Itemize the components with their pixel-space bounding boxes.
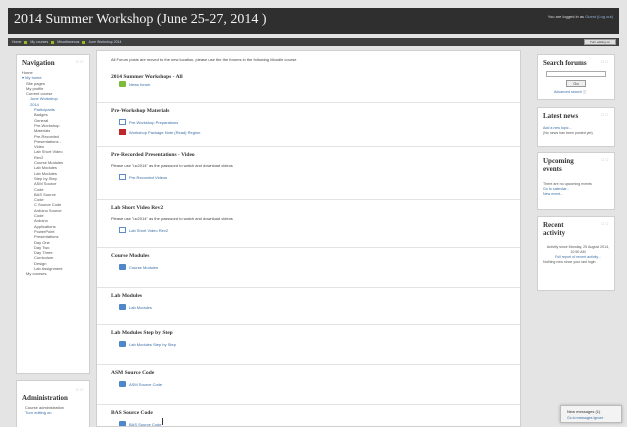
block-controls-icon[interactable]: □□ (76, 387, 85, 392)
block-controls-icon[interactable]: □□ (601, 59, 610, 64)
new-messages-text: New messages (1) (567, 409, 601, 414)
activity-label[interactable]: Lab Modules (129, 305, 152, 310)
section-title: Pre-Workshop Materials (111, 108, 170, 114)
course-section: Lab Modules Step by Step Lab Modules Step… (97, 324, 520, 364)
nothing-new-text: Nothing new since your last login (543, 260, 596, 264)
activity-link[interactable]: Lab Short Video Rev2 (119, 227, 168, 233)
activity-link[interactable]: Course Modules (119, 264, 158, 270)
activity-link[interactable]: Pre-Workshop Preparations (119, 119, 178, 125)
turn-editing-on-item[interactable]: Turn editing on (25, 410, 84, 415)
navigation-block: Navigation □□ Home ▾ My home Site pages My … (16, 54, 90, 374)
block-controls-icon[interactable]: □□ (76, 59, 85, 64)
activity-label[interactable]: Lab Short Video Rev2 (129, 228, 168, 233)
breadcrumb-separator (24, 40, 28, 44)
section-title: Lab Short Video Rev2 (111, 205, 164, 211)
course-section: ASM Source Code ASM Source Code (97, 364, 520, 404)
navbar: Home My courses Miscellaneous June Works… (8, 38, 619, 46)
activity-link[interactable]: Lab Modules Step by Step (119, 341, 176, 347)
activity-label[interactable]: Pre-Workshop Preparations (129, 120, 178, 125)
breadcrumb-my-courses[interactable]: My courses (30, 40, 48, 44)
activity-label[interactable]: Pre-Recorded Videos (129, 175, 167, 180)
recent-activity-title: Recent activity (543, 221, 566, 237)
section-summary: Please use "uc2014" as the password to w… (111, 163, 233, 168)
breadcrumb: Home My courses Miscellaneous June Works… (12, 40, 121, 44)
activity-label[interactable]: Course Modules (129, 265, 158, 270)
section-summary: Please use "uc2014" as the password to w… (111, 216, 233, 221)
section-title: Lab Modules (111, 293, 143, 299)
course-section: Lab Short Video Rev2 Please use "uc2014" … (97, 199, 520, 247)
login-user-link[interactable]: Guest (585, 14, 596, 19)
page-icon (119, 119, 126, 125)
folder-icon (119, 264, 126, 270)
upcoming-events-title: Upcoming events (543, 157, 574, 173)
section-title: BAS Source Code (111, 410, 153, 416)
turn-editing-on-button[interactable]: Turn editing on (584, 39, 616, 45)
go-button[interactable]: Go (566, 80, 586, 87)
login-text: You are logged in as (547, 14, 585, 19)
administration-title: Administration (22, 394, 68, 402)
recent-activity-block: Recent activity □□ Activity since Monday… (537, 216, 615, 291)
advanced-search-link[interactable]: Advanced search ⓘ (554, 90, 586, 95)
course-section: Lab Modules Lab Modules (97, 287, 520, 324)
section-title: ASM Source Code (111, 370, 155, 376)
no-news-text: (No news has been posted yet) (543, 131, 593, 135)
nav-tree-item[interactable]: My courses (22, 271, 84, 276)
section-title: 2014 Summer Workshops - All (111, 74, 183, 80)
breadcrumb-separator (82, 40, 86, 44)
logout-link[interactable]: (Log out) (597, 14, 613, 19)
upcoming-events-block: Upcoming events □□ There are no upcoming… (537, 152, 615, 210)
page-title: 2014 Summer Workshop (June 25-27, 2014 ) (14, 12, 267, 27)
block-controls-icon[interactable]: □□ (601, 157, 610, 162)
new-event-link[interactable]: New event... (543, 192, 613, 197)
new-messages-popup[interactable]: New messages (1) Go to messages Ignore (560, 405, 622, 423)
navigation-tree: Home ▾ My home Site pages My profile Current… (17, 69, 89, 278)
administration-block: □□ Administration Course administration … (16, 380, 90, 427)
activity-label[interactable]: ASM Source Code (129, 382, 162, 387)
activity-label[interactable]: Workshop Package Note (Read) Region (129, 130, 200, 135)
activity-link[interactable]: ASM Source Code (119, 381, 162, 387)
activity-since-text: Activity since Monday, 25 August 2014, 1… (546, 245, 610, 254)
messages-actions[interactable]: Go to messages Ignore (567, 416, 603, 420)
activity-label[interactable]: Lab Modules Step by Step (129, 342, 176, 347)
page-icon (119, 227, 126, 233)
page-icon (119, 174, 126, 180)
folder-icon (119, 381, 126, 387)
activity-link[interactable]: Workshop Package Note (Read) Region (119, 129, 200, 135)
folder-icon (119, 421, 126, 426)
breadcrumb-miscellaneous[interactable]: Miscellaneous (57, 40, 79, 44)
pdf-icon (119, 129, 126, 135)
administration-list: Course administration Turn editing on (17, 404, 89, 417)
course-section: Course Modules Course Modules (97, 247, 520, 287)
folder-icon (119, 341, 126, 347)
page-header: 2014 Summer Workshop (June 25-27, 2014 )… (8, 8, 619, 34)
forum-notice: All Forum posts are moved to the new loc… (111, 57, 297, 62)
breadcrumb-course[interactable]: June Workshop 2014 (88, 40, 121, 44)
section-title: Pre-Recorded Presentations - Video (111, 152, 195, 158)
course-content: All Forum posts are moved to the new loc… (96, 50, 521, 427)
text-cursor-icon (162, 418, 163, 425)
section-title: Lab Modules Step by Step (111, 330, 173, 336)
activity-link[interactable]: News forum (119, 81, 150, 87)
advanced-search-label[interactable]: Advanced search (554, 90, 582, 94)
folder-icon (119, 304, 126, 310)
latest-news-block: Latest news □□ Add a new topic... (No ne… (537, 107, 615, 147)
course-section: Pre-Recorded Presentations - Video Please… (97, 146, 520, 199)
search-forums-block: Search forums □□ Go Advanced search ⓘ (537, 54, 615, 100)
forum-icon (119, 81, 126, 87)
activity-label[interactable]: BAS Source Code (129, 422, 161, 427)
activity-link[interactable]: BAS Source Code (119, 421, 161, 427)
breadcrumb-separator (51, 40, 55, 44)
block-controls-icon[interactable]: □□ (601, 112, 610, 117)
section-title: Course Modules (111, 253, 150, 259)
activity-link[interactable]: Lab Modules (119, 304, 152, 310)
block-controls-icon[interactable]: □□ (601, 221, 610, 226)
login-info: You are logged in as Guest (Log out) (548, 14, 613, 19)
course-section: 2014 Summer Workshops - All News forum (97, 71, 520, 102)
activity-link[interactable]: Pre-Recorded Videos (119, 174, 167, 180)
breadcrumb-home[interactable]: Home (12, 40, 21, 44)
course-section: Pre-Workshop Materials Pre-Workshop Prepa… (97, 102, 520, 146)
course-section: BAS Source Code BAS Source Code (97, 404, 520, 427)
activity-label[interactable]: News forum (129, 82, 150, 87)
search-input[interactable] (546, 71, 606, 77)
